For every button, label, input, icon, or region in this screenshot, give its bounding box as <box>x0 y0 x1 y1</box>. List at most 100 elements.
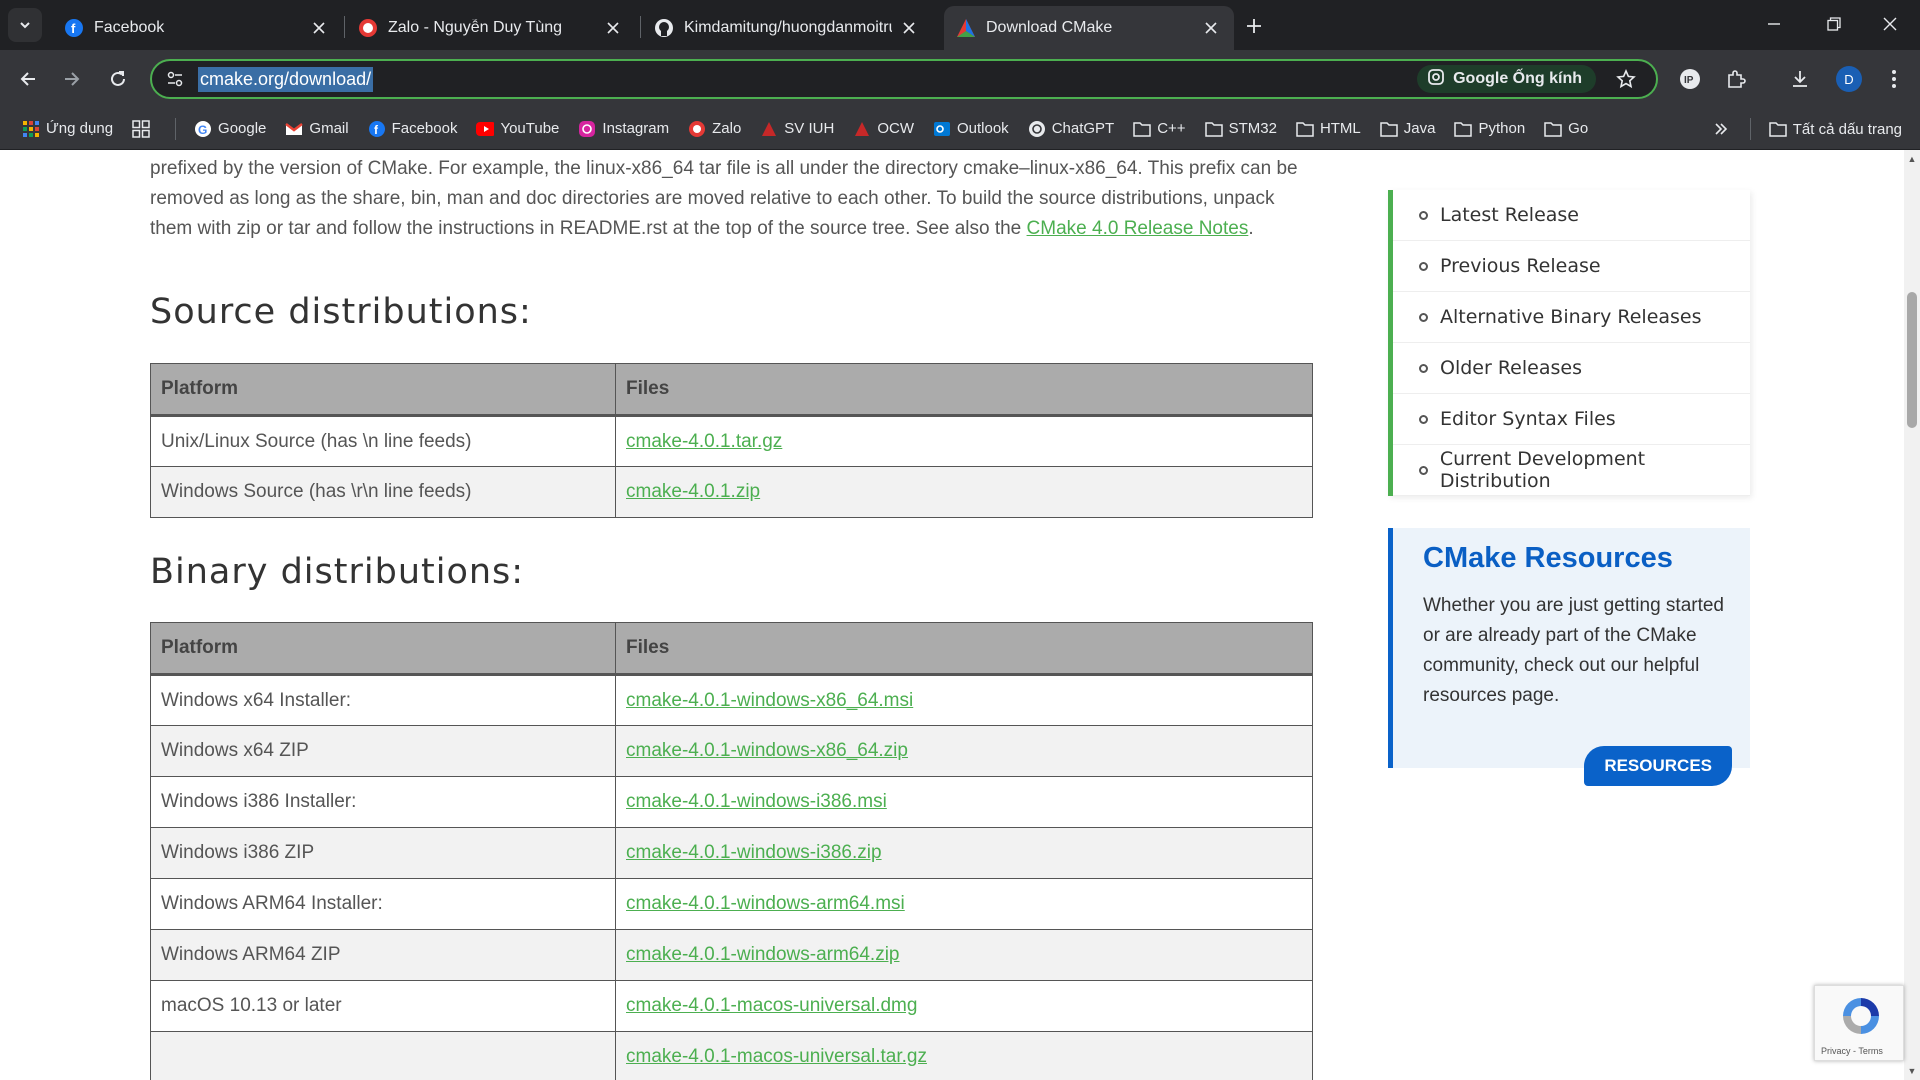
close-icon[interactable] <box>602 17 624 39</box>
bookmark-gmail[interactable]: Gmail <box>285 120 349 138</box>
platform-cell: Windows x64 Installer: <box>150 674 616 726</box>
tab-zalo[interactable]: Zalo - Nguyễn Duy Tùng <box>346 6 636 50</box>
bookmark-folder-java[interactable]: Java <box>1380 120 1435 138</box>
instagram-icon <box>578 120 596 138</box>
back-button[interactable] <box>12 63 44 95</box>
sidebar-item-older-releases[interactable]: Older Releases <box>1393 343 1750 394</box>
bookmark-chatgpt[interactable]: ChatGPT <box>1028 120 1114 138</box>
gmail-icon <box>285 120 304 138</box>
close-icon[interactable] <box>1200 17 1222 39</box>
scroll-down-arrow-icon[interactable]: ▼ <box>1907 1066 1917 1076</box>
bookmark-folder-cpp[interactable]: C++ <box>1133 120 1186 138</box>
tab-separator <box>640 16 641 38</box>
platform-cell: Windows i386 ZIP <box>150 827 616 879</box>
release-notes-link[interactable]: CMake 4.0 Release Notes <box>1027 218 1249 239</box>
table-row: Windows x64 Installer: cmake-4.0.1-windo… <box>150 674 1313 726</box>
folder-icon <box>1454 120 1473 138</box>
sidebar-item-previous-release[interactable]: Previous Release <box>1393 241 1750 292</box>
bookmark-label: HTML <box>1319 120 1361 137</box>
file-cell: cmake-4.0.1-windows-arm64.msi <box>615 878 1313 930</box>
download-link[interactable]: cmake-4.0.1-windows-arm64.msi <box>626 893 905 914</box>
bookmark-zalo[interactable]: Zalo <box>688 120 741 138</box>
recaptcha-badge[interactable]: Privacy - Terms <box>1814 985 1904 1061</box>
restore-button[interactable] <box>1814 8 1854 40</box>
bookmark-tab-groups[interactable] <box>132 119 156 138</box>
tab-github[interactable]: Kimdamitung/huongdanmoitru <box>642 6 932 50</box>
bookmark-outlook[interactable]: Outlook <box>933 120 1009 138</box>
sidebar-item-latest-release[interactable]: Latest Release <box>1393 190 1750 241</box>
tab-title: Zalo - Nguyễn Duy Tùng <box>388 19 563 36</box>
tab-search-button[interactable] <box>8 8 42 42</box>
extensions-puzzle-icon[interactable] <box>1720 63 1752 95</box>
profile-avatar[interactable]: D <box>1836 66 1862 92</box>
folder-icon <box>1544 120 1562 138</box>
download-link[interactable]: cmake-4.0.1-windows-arm64.zip <box>626 944 900 965</box>
chatgpt-icon <box>1028 120 1046 138</box>
table-row: Windows Source (has \r\n line feeds) cma… <box>150 466 1313 518</box>
download-link[interactable]: cmake-4.0.1-macos-universal.tar.gz <box>626 1046 927 1067</box>
bookmark-folder-python[interactable]: Python <box>1454 120 1525 138</box>
download-link[interactable]: cmake-4.0.1.tar.gz <box>626 431 782 452</box>
bookmark-instagram[interactable]: Instagram <box>578 120 669 138</box>
sidebar-item-editor-syntax-files[interactable]: Editor Syntax Files <box>1393 394 1750 445</box>
apps-grid-icon <box>22 120 40 138</box>
site-info-icon[interactable] <box>160 64 190 94</box>
sidebar-item-label: Editor Syntax Files <box>1440 408 1616 430</box>
download-link[interactable]: cmake-4.0.1-windows-x86_64.msi <box>626 690 913 711</box>
sidebar-item-label: Older Releases <box>1440 357 1582 379</box>
forward-button[interactable] <box>56 63 88 95</box>
bookmark-ocw[interactable]: OCW <box>853 120 914 138</box>
bookmark-google[interactable]: G Google <box>194 120 266 138</box>
url-text[interactable]: cmake.org/download/ <box>198 66 374 92</box>
bookmark-folder-go[interactable]: Go <box>1544 120 1588 138</box>
file-cell: cmake-4.0.1.zip <box>615 466 1313 518</box>
more-menu-icon[interactable] <box>1878 63 1910 95</box>
col-platform-header: Platform <box>150 622 616 676</box>
more-bookmarks-button[interactable] <box>1714 122 1728 136</box>
sidebar-item-label: Latest Release <box>1440 204 1579 226</box>
tab-title: Kimdamitung/huongdanmoitru <box>684 19 892 36</box>
close-icon[interactable] <box>898 17 920 39</box>
folder-icon <box>1133 120 1151 138</box>
platform-cell <box>150 1031 616 1080</box>
bookmark-label: Ứng dụng <box>46 120 114 137</box>
reload-button[interactable] <box>102 63 134 95</box>
scrollbar-thumb[interactable] <box>1907 292 1917 428</box>
bookmark-star-icon[interactable] <box>1614 67 1638 91</box>
minimize-button[interactable] <box>1754 8 1794 40</box>
page-content: prefixed by the version of CMake. For ex… <box>0 150 1904 1080</box>
download-link[interactable]: cmake-4.0.1-windows-i386.zip <box>626 842 882 863</box>
download-icon[interactable] <box>1784 63 1816 95</box>
bullet-icon <box>1419 414 1428 424</box>
bookmark-folder-stm32[interactable]: STM32 <box>1204 120 1277 138</box>
bookmark-folder-html[interactable]: HTML <box>1296 120 1361 138</box>
close-icon[interactable] <box>308 17 330 39</box>
sidebar-item-alternative-binary-releases[interactable]: Alternative Binary Releases <box>1393 292 1750 343</box>
page-scrollbar[interactable]: ▲ ▼ <box>1904 150 1920 1080</box>
download-link[interactable]: cmake-4.0.1-windows-i386.msi <box>626 791 887 812</box>
resources-button[interactable]: RESOURCES <box>1584 746 1732 786</box>
bookmark-apps[interactable]: Ứng dụng <box>22 120 113 138</box>
sidebar-item-current-development[interactable]: Current Development Distribution <box>1393 445 1750 496</box>
double-chevron-right-icon <box>1715 123 1727 135</box>
download-link[interactable]: cmake-4.0.1-macos-universal.dmg <box>626 995 917 1016</box>
tab-facebook[interactable]: f Facebook <box>52 6 342 50</box>
file-cell: cmake-4.0.1-windows-i386.msi <box>615 776 1313 828</box>
scroll-up-arrow-icon[interactable]: ▲ <box>1907 154 1917 164</box>
tab-cmake[interactable]: Download CMake <box>944 6 1234 50</box>
new-tab-button[interactable] <box>1240 12 1268 40</box>
address-bar[interactable]: cmake.org/download/ Google Ống kính <box>150 59 1658 99</box>
bookmark-youtube[interactable]: YouTube <box>476 120 559 138</box>
platform-cell: Windows i386 Installer: <box>150 776 616 828</box>
download-link[interactable]: cmake-4.0.1.zip <box>626 481 760 502</box>
cmake-icon <box>956 18 976 38</box>
google-lens-button[interactable]: Google Ống kính <box>1417 65 1596 93</box>
download-link[interactable]: cmake-4.0.1-windows-x86_64.zip <box>626 740 908 761</box>
bookmark-sv-iuh[interactable]: SV IUH <box>760 120 834 138</box>
bookmark-facebook[interactable]: f Facebook <box>368 120 457 138</box>
extension-ip-icon[interactable]: IP <box>1674 63 1706 95</box>
recaptcha-privacy-terms[interactable]: Privacy - Terms <box>1821 1046 1883 1056</box>
github-icon <box>654 18 674 38</box>
all-bookmarks-button[interactable]: Tất cả dấu trang <box>1769 120 1902 138</box>
close-window-button[interactable] <box>1870 8 1910 40</box>
